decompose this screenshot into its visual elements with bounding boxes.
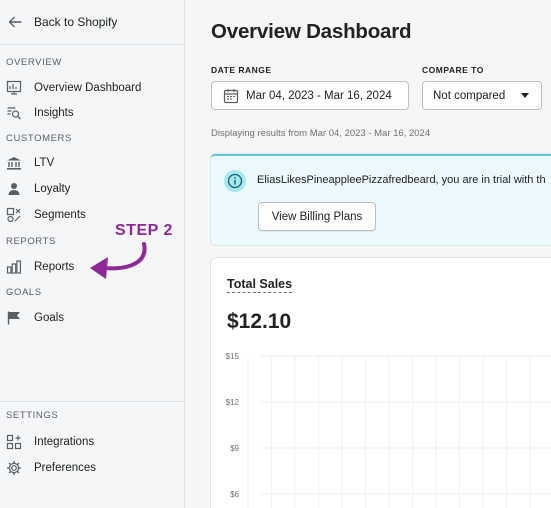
sidebar-item-label: Reports (34, 261, 75, 273)
bar-chart-icon (6, 259, 22, 275)
total-sales-card: Total Sales $12.10 $15 $12 $9 $6 (211, 258, 551, 508)
sidebar-item-goals[interactable]: Goals (6, 307, 178, 329)
caret-down-icon (521, 93, 529, 98)
sidebar-item-label: Overview Dashboard (34, 82, 142, 94)
total-sales-title[interactable]: Total Sales (227, 277, 293, 293)
step-arrow-icon (90, 242, 147, 279)
gear-icon (6, 460, 22, 476)
sidebar-item-label: Goals (34, 312, 65, 324)
bank-icon (6, 155, 22, 171)
step-annotation-label: STEP 2 (115, 222, 173, 239)
sidebar-item-label: Segments (34, 209, 86, 221)
section-title-customers: CUSTOMERS (6, 133, 72, 144)
sidebar-item-integrations[interactable]: Integrations (6, 431, 178, 453)
calendar-icon (223, 88, 239, 103)
sidebar-item-label: Loyalty (34, 183, 71, 195)
date-range-picker[interactable]: Mar 04, 2023 - Mar 16, 2024 (211, 81, 409, 110)
sidebar-item-preferences[interactable]: Preferences (6, 457, 178, 479)
back-to-shopify-label: Back to Shopify (34, 15, 118, 29)
integrations-icon (6, 434, 22, 450)
section-title-settings: SETTINGS (6, 410, 59, 421)
y-tick-label: $6 (230, 490, 239, 499)
date-range-value: Mar 04, 2023 - Mar 16, 2024 (246, 89, 392, 102)
date-range-label: DATE RANGE (211, 65, 272, 75)
view-billing-plans-button[interactable]: View Billing Plans (258, 202, 376, 231)
y-tick-label: $9 (230, 444, 239, 453)
sidebar-item-insights[interactable]: Insights (6, 102, 178, 124)
settings-divider (0, 401, 184, 402)
person-icon (6, 181, 22, 197)
y-tick-label: $15 (226, 352, 240, 361)
compare-to-value: Not compared (433, 89, 506, 102)
total-sales-value: $12.10 (227, 310, 292, 333)
flag-icon (6, 310, 22, 326)
sidebar-item-label: Preferences (34, 462, 97, 474)
segments-icon (6, 207, 22, 223)
trial-banner-message: EliasLikesPineappleePizzafredbeard, you … (257, 174, 546, 186)
back-to-shopify-link[interactable]: Back to Shopify (0, 0, 184, 45)
main-content: Overview Dashboard DATE RANGE Mar 04, 20… (186, 0, 551, 508)
total-sales-chart: $15 $12 $9 $6 (226, 352, 551, 508)
insights-search-icon (6, 105, 22, 121)
section-title-overview: OVERVIEW (6, 57, 62, 68)
sidebar-item-label: Insights (34, 107, 74, 119)
info-icon (224, 170, 246, 192)
sidebar-item-ltv[interactable]: LTV (6, 152, 178, 174)
displaying-results-text: Displaying results from Mar 04, 2023 - M… (211, 128, 431, 139)
trial-banner: EliasLikesPineappleePizzafredbeard, you … (211, 154, 551, 245)
compare-to-select[interactable]: Not compared (422, 81, 542, 110)
arrow-left-icon (8, 16, 22, 28)
sidebar-item-loyalty[interactable]: Loyalty (6, 178, 178, 200)
page-title: Overview Dashboard (211, 20, 412, 43)
section-title-goals: GOALS (6, 287, 42, 298)
sidebar-item-label: Integrations (34, 436, 95, 448)
sidebar-item-overview-dashboard[interactable]: Overview Dashboard (6, 77, 178, 99)
y-tick-label: $12 (226, 398, 240, 407)
dashboard-icon (6, 80, 22, 96)
compare-to-label: COMPARE TO (422, 65, 484, 75)
section-title-reports: REPORTS (6, 236, 56, 247)
sidebar-item-label: LTV (34, 157, 55, 169)
